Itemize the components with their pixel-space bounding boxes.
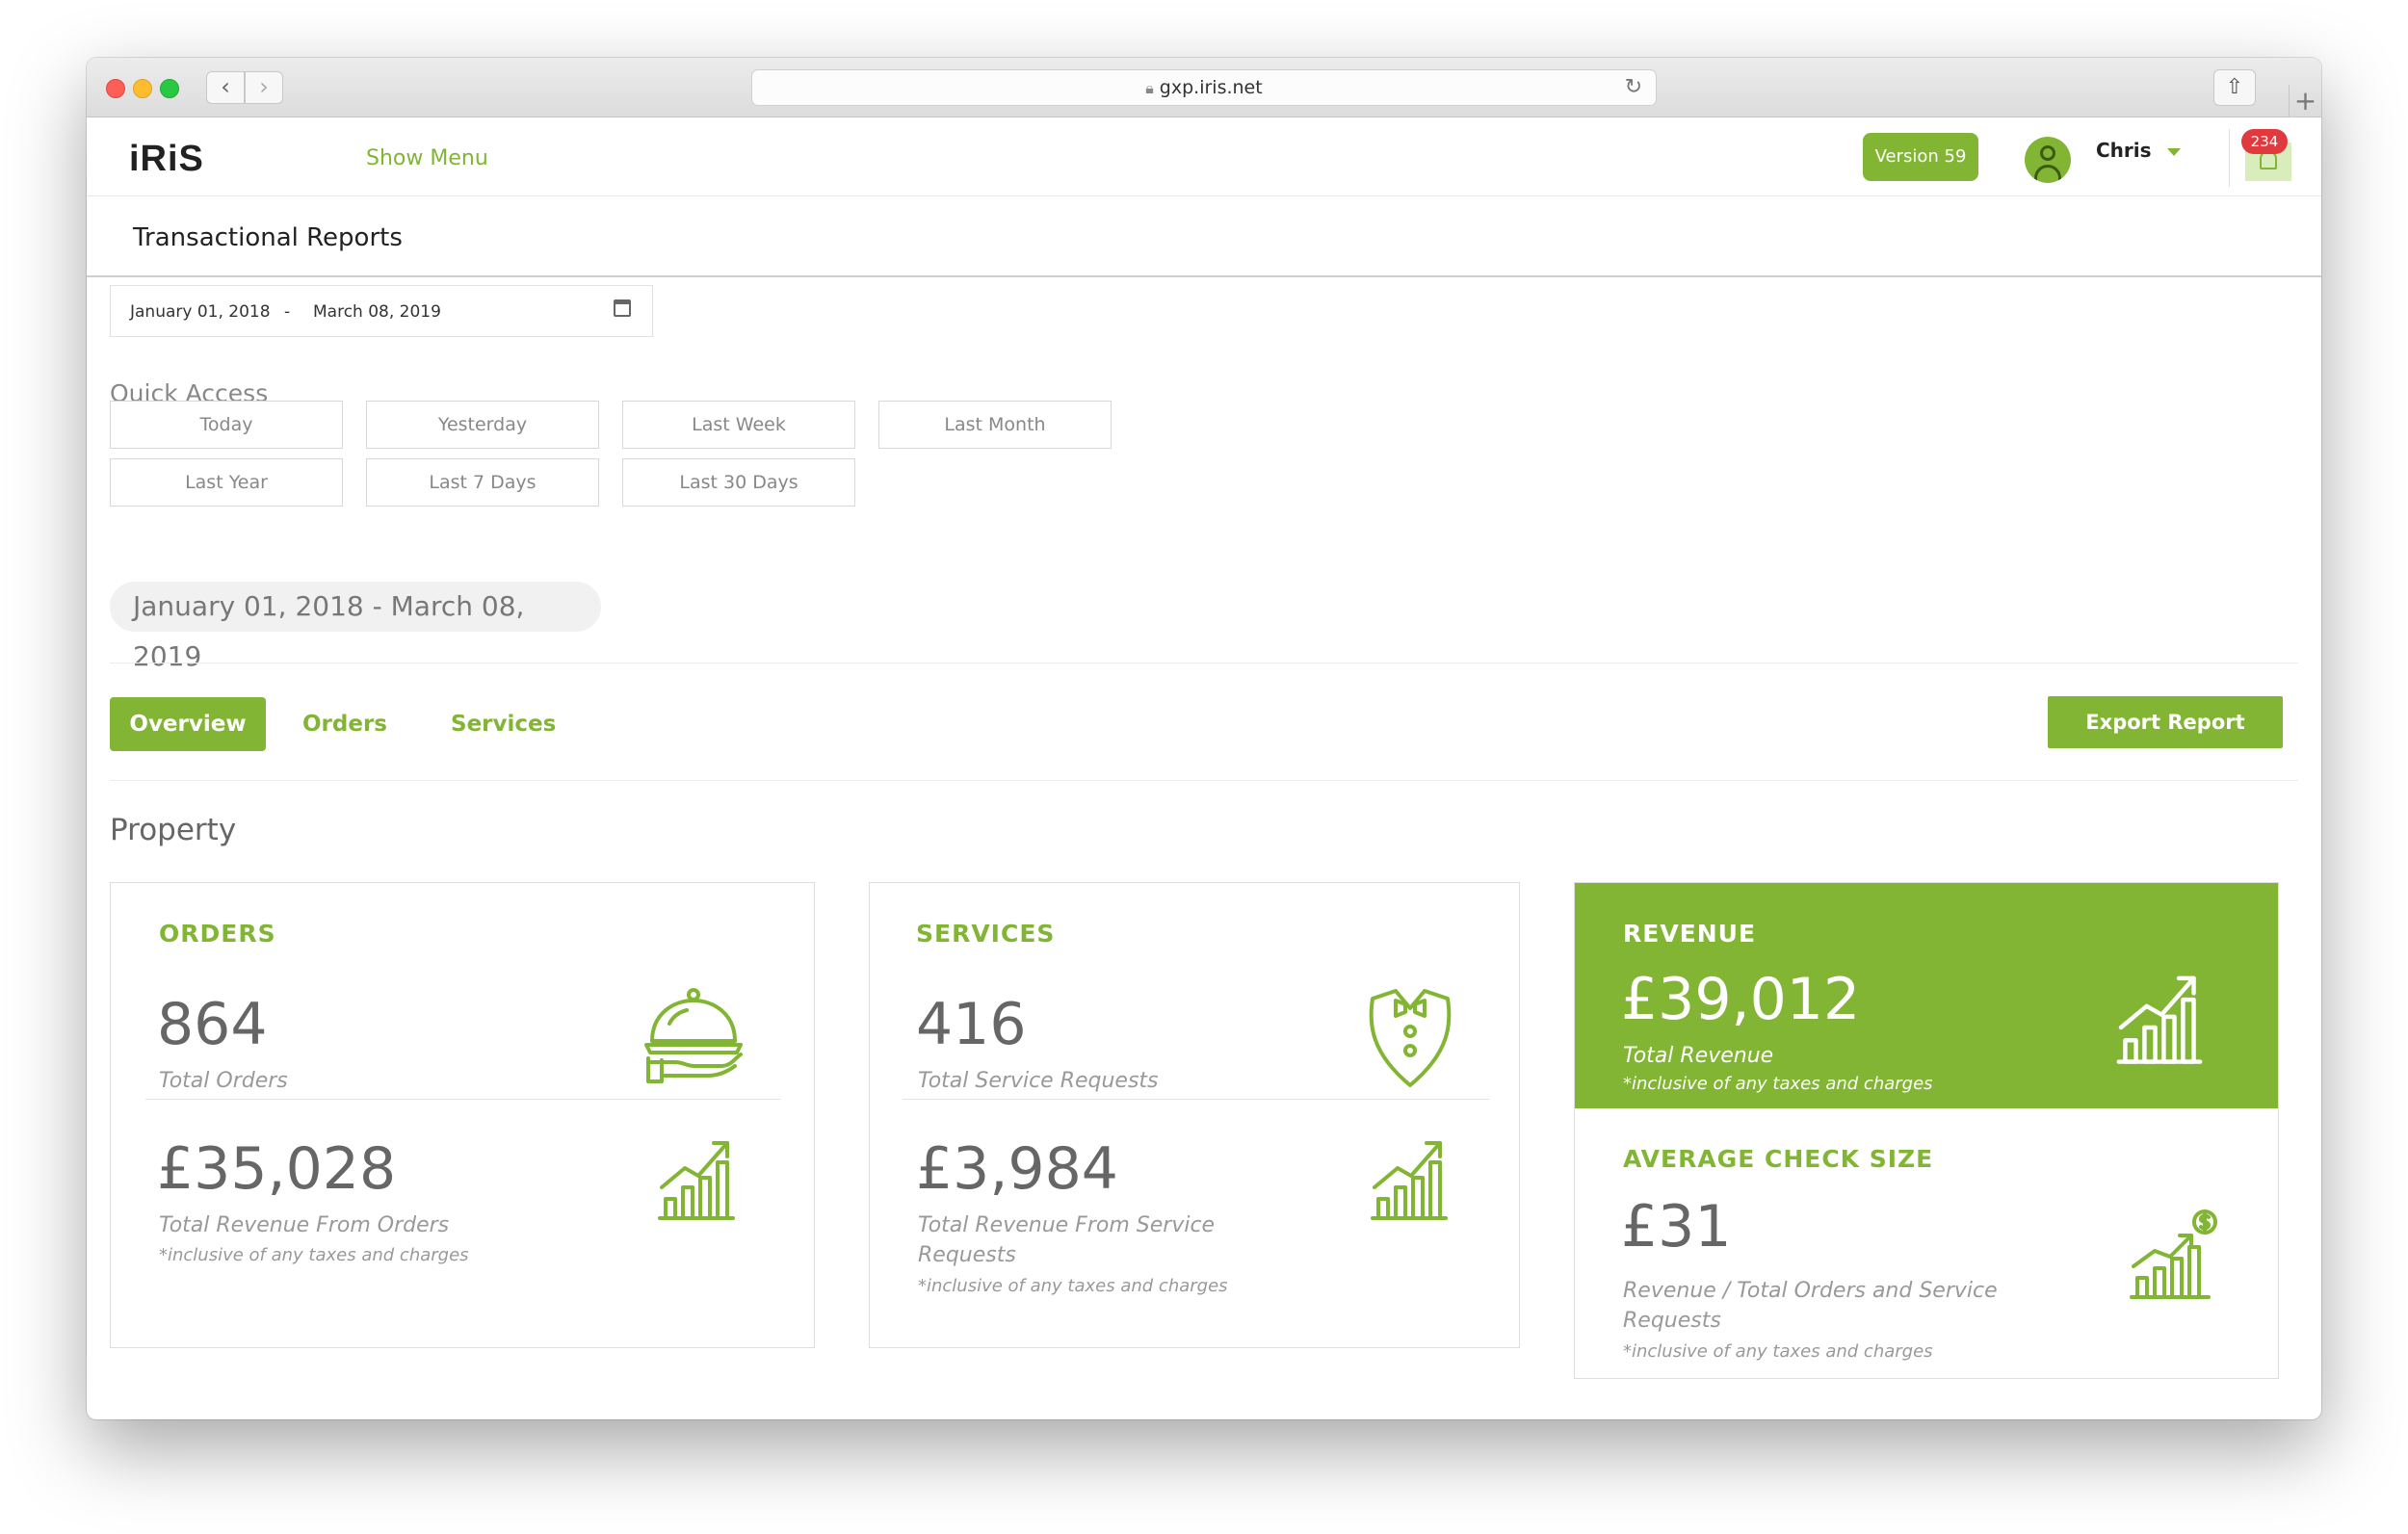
quick-last-30-days-button[interactable]: Last 30 Days [622,458,855,507]
services-card-title: SERVICES [916,920,1056,948]
calendar-icon[interactable] [614,299,631,317]
close-window-button[interactable] [106,79,125,98]
quick-last-week-button[interactable]: Last Week [622,401,855,449]
dollar-growth-chart-icon [2130,1209,2217,1299]
bar-chart-growth-icon [2116,975,2203,1064]
user-name[interactable]: Chris [2096,139,2152,162]
card-divider [903,1099,1490,1100]
revenue-total: £39,012 [1621,966,1861,1033]
average-check-value: £31 [1621,1193,1732,1261]
browser-toolbar: ‹ › 🔒︎ gxp.iris.net ↻ ⇧ + [87,58,2321,117]
iris-logo[interactable]: iRiS [129,139,204,180]
new-tab-button[interactable]: + [2289,85,2321,117]
services-revenue-label-line2: Requests [918,1243,1016,1267]
app-header: iRiS Show Menu Version 59 Chris 234 [87,117,2321,196]
notification-count-badge: 234 [2241,129,2288,154]
revenue-card: REVENUE £39,012 Total Revenue *inclusive… [1574,882,2279,1379]
section-title-property: Property [110,813,237,847]
minimize-window-button[interactable] [133,79,152,98]
quick-last-year-button[interactable]: Last Year [110,458,343,507]
average-check-title: AVERAGE CHECK SIZE [1623,1145,1934,1173]
tab-services[interactable]: Services [451,697,556,751]
orders-revenue: £35,028 [157,1135,397,1203]
plus-icon: + [2293,85,2317,117]
tab-overview[interactable]: Overview [110,697,266,751]
orders-revenue-label: Total Revenue From Orders [159,1213,450,1237]
page-title: Transactional Reports [133,223,403,252]
orders-card: ORDERS 864 Total Orders £35,028 Total Re… [110,882,815,1348]
user-avatar-icon[interactable] [2025,137,2071,183]
caret-down-icon[interactable] [2167,148,2181,156]
tab-orders[interactable]: Orders [302,697,387,751]
revenue-highlight-panel: REVENUE £39,012 Total Revenue *inclusive… [1575,883,2278,1108]
selected-range-summary: January 01, 2018 - March 08, 2019 [110,582,601,672]
url-text: gxp.iris.net [1159,77,1263,98]
date-from: January 01, 2018 [130,302,271,322]
page-title-bar: Transactional Reports [87,196,2321,277]
quick-last-month-button[interactable]: Last Month [878,401,1112,449]
bar-chart-growth-icon [1371,1141,1448,1220]
serving-cloche-icon [644,988,743,1083]
browser-window: ‹ › 🔒︎ gxp.iris.net ↻ ⇧ + iRiS Show Menu … [87,58,2321,1419]
services-total-label: Total Service Requests [918,1069,1159,1093]
quick-today-button[interactable]: Today [110,401,343,449]
bar-chart-growth-icon [658,1141,735,1220]
lock-icon: 🔒︎ [1145,79,1154,97]
reload-icon[interactable]: ↻ [1625,70,1642,105]
services-total: 416 [916,991,1027,1058]
date-range-picker[interactable]: January 01, 2018 - March 08, 2019 [110,285,653,337]
services-revenue-label-line1: Total Revenue From Service [918,1213,1216,1237]
notifications-button[interactable]: 234 [2229,129,2291,187]
chevron-right-icon: › [259,73,269,100]
back-button[interactable]: ‹ [206,71,245,104]
average-check-label-line1: Revenue / Total Orders and Service [1623,1279,1998,1303]
orders-card-title: ORDERS [159,920,276,948]
services-revenue: £3,984 [916,1135,1118,1203]
zoom-window-button[interactable] [160,79,179,98]
share-icon: ⇧ [2225,75,2244,99]
orders-total: 864 [157,991,268,1058]
services-revenue-note: *inclusive of any taxes and charges [918,1276,1228,1296]
revenue-card-title: REVENUE [1623,920,1757,948]
chevron-left-icon: ‹ [221,73,230,100]
divider [110,780,2298,781]
quick-yesterday-button[interactable]: Yesterday [366,401,599,449]
average-check-label-line2: Requests [1623,1309,1721,1333]
orders-revenue-note: *inclusive of any taxes and charges [159,1245,469,1265]
export-report-button[interactable]: Export Report [2048,696,2283,748]
revenue-total-label: Total Revenue [1623,1044,1774,1068]
version-badge[interactable]: Version 59 [1863,133,1978,181]
orders-total-label: Total Orders [159,1069,288,1093]
revenue-note: *inclusive of any taxes and charges [1623,1074,1933,1094]
butler-tuxedo-icon [1369,989,1452,1087]
share-button[interactable]: ⇧ [2213,69,2256,106]
forward-button[interactable]: › [245,71,283,104]
quick-last-7-days-button[interactable]: Last 7 Days [366,458,599,507]
show-menu-link[interactable]: Show Menu [366,146,488,170]
average-check-note: *inclusive of any taxes and charges [1623,1341,1933,1362]
address-bar[interactable]: 🔒︎ gxp.iris.net ↻ [751,69,1657,106]
date-to: March 08, 2019 [313,302,441,322]
date-separator: - [284,302,291,322]
card-divider [145,1099,781,1100]
services-card: SERVICES 416 Total Service Requests £3,9… [869,882,1520,1348]
